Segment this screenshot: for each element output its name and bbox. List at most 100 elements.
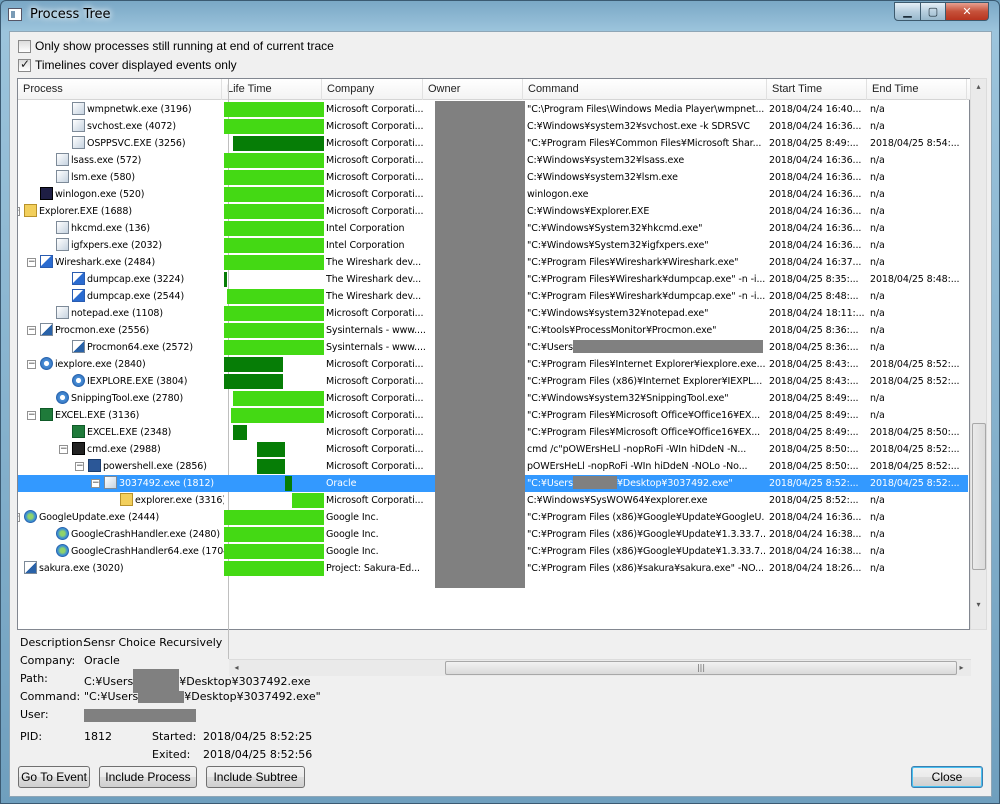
process-name-cell[interactable]: igfxpers.exe (2032) [56,237,224,254]
sakura-icon [24,561,37,574]
collapse-toggle[interactable]: − [59,445,68,454]
start-time-cell: 2018/04/24 16:36... [769,189,862,200]
process-name-cell[interactable]: lsass.exe (572) [56,152,224,169]
scroll-down-arrow[interactable]: ▾ [971,597,986,613]
process-tree-list[interactable]: Process Life Time Company Owner Command … [17,78,978,676]
process-name-cell[interactable]: hkcmd.exe (136) [56,220,224,237]
process-name-cell[interactable]: winlogon.exe (520) [40,186,224,203]
close-window-button[interactable]: ✕ [945,2,989,21]
close-button[interactable]: Close [911,766,983,788]
command-text: "C:¥Program Files¥Wireshark¥dumpcap.exe"… [527,274,765,285]
lifetime-bar [233,425,247,440]
start-time-cell: 2018/04/25 8:52:... [769,495,859,506]
process-name-cell[interactable]: GoogleCrashHandler64.exe (1704) [56,543,224,560]
checkbox-checked-icon[interactable] [18,57,31,72]
process-name-cell[interactable]: Explorer.EXE (1688) [24,203,224,220]
excel-icon [72,425,85,438]
include-process-button[interactable]: Include Process [99,766,197,788]
process-name-cell[interactable]: explorer.exe (3316) [120,492,224,509]
command-text: "C:¥Users [527,342,573,353]
scroll-up-arrow[interactable]: ▴ [971,79,986,95]
only-running-checkbox[interactable]: Only show processes still running at end… [18,38,334,54]
company-value: Oracle [84,654,120,667]
end-time-cell: 2018/04/25 8:48:... [870,274,960,285]
company-cell: Microsoft Corporati... [326,495,424,506]
process-name-cell[interactable]: GoogleUpdate.exe (2444) [24,509,224,526]
collapse-toggle[interactable]: − [27,326,36,335]
include-subtree-button[interactable]: Include Subtree [206,766,305,788]
collapse-toggle[interactable]: − [27,258,36,267]
process-name-cell[interactable]: Wireshark.exe (2484) [40,254,224,271]
start-time-cell: 2018/04/24 16:36... [769,121,862,132]
timelines-label: Timelines cover displayed events only [35,58,237,72]
start-time-cell: 2018/04/25 8:35:... [769,274,859,285]
process-name-cell[interactable]: sakura.exe (3020) [24,560,224,577]
go-to-event-button[interactable]: Go To Event [18,766,90,788]
checkbox-unchecked-icon[interactable] [18,39,31,53]
end-time-cell: n/a [870,495,885,506]
column-end-time[interactable]: End Time [867,79,967,100]
process-name-cell[interactable]: Procmon.exe (2556) [40,322,224,339]
company-cell: Microsoft Corporati... [326,189,424,200]
process-name-cell[interactable]: OSPPSVC.EXE (3256) [72,135,224,152]
column-company[interactable]: Company [322,79,423,100]
user-label: User: [20,708,49,721]
process-name-cell[interactable]: iexplore.exe (2840) [40,356,224,373]
vertical-scrollbar[interactable]: ▴ ▾ [970,78,987,630]
process-name-cell[interactable]: dumpcap.exe (3224) [72,271,224,288]
collapse-toggle[interactable]: − [27,360,36,369]
process-name-cell[interactable]: dumpcap.exe (2544) [72,288,224,305]
process-name: wmpnetwk.exe (3196) [87,104,192,115]
path-prefix: C:¥Users [84,674,134,688]
horizontal-scrollbar[interactable]: ◂ ||| ▸ [229,659,971,676]
start-time-cell: 2018/04/24 16:40... [769,104,862,115]
lifetime-bar [227,289,324,304]
company-cell: Microsoft Corporati... [326,444,424,455]
process-name-cell[interactable]: powershell.exe (2856) [88,458,224,475]
collapse-toggle[interactable]: − [75,462,84,471]
process-name-cell[interactable]: EXCEL.EXE (3136) [40,407,224,424]
column-lifetime[interactable]: Life Time [222,79,322,100]
process-name-cell[interactable]: wmpnetwk.exe (3196) [72,101,224,118]
window-icon [56,170,69,183]
command-cell: "C:¥Program Files (x86)¥Google¥Update¥Go… [527,509,765,526]
title-bar[interactable]: Process Tree ▁ ▢ ✕ [1,1,999,29]
company-cell: Microsoft Corporati... [326,427,424,438]
process-name-cell[interactable]: IEXPLORE.EXE (3804) [72,373,224,390]
only-running-label: Only show processes still running at end… [35,39,334,53]
company-cell: Microsoft Corporati... [326,138,424,149]
google-update-icon [56,544,69,557]
maximize-button[interactable]: ▢ [920,2,946,21]
start-time-cell: 2018/04/24 16:36... [769,206,862,217]
column-process[interactable]: Process [18,79,222,100]
process-name-cell[interactable]: svchost.exe (4072) [72,118,224,135]
company-cell: Google Inc. [326,546,379,557]
timelines-checkbox[interactable]: Timelines cover displayed events only [18,57,237,73]
column-command[interactable]: Command [523,79,767,100]
process-name-cell[interactable]: notepad.exe (1108) [56,305,224,322]
process-name-cell[interactable]: lsm.exe (580) [56,169,224,186]
process-name-cell[interactable]: EXCEL.EXE (2348) [72,424,224,441]
process-name-cell[interactable]: Procmon64.exe (2572) [72,339,224,356]
scroll-right-arrow[interactable]: ▸ [954,660,969,676]
column-start-time[interactable]: Start Time [767,79,867,100]
ie-icon [40,357,53,370]
process-name-cell[interactable]: SnippingTool.exe (2780) [56,390,224,407]
collapse-toggle[interactable]: − [18,207,20,216]
horizontal-scroll-thumb[interactable]: ||| [445,661,957,675]
collapse-toggle[interactable]: − [18,513,20,522]
folder-icon [24,204,37,217]
minimize-button[interactable]: ▁ [894,2,921,21]
company-cell: Sysinternals - www.... [326,325,426,336]
vertical-scroll-thumb[interactable] [972,423,986,570]
process-name-cell[interactable]: cmd.exe (2988) [72,441,224,458]
column-owner[interactable]: Owner [423,79,523,100]
user-value [84,708,196,722]
command-cell: cmd /c"pOWErsHeLl -nopRoFi -WIn hiDdeN -… [527,441,765,458]
process-name-cell[interactable]: 3037492.exe (1812) [104,475,224,492]
command-text: pOWErsHeLl -nopRoFi -WIn hiDdeN -NOLo -N… [527,461,748,472]
process-name-cell[interactable]: GoogleCrashHandler.exe (2480) [56,526,224,543]
collapse-toggle[interactable]: − [91,479,100,488]
command-text: "C:¥Windows¥System32¥hkcmd.exe" [527,223,703,234]
collapse-toggle[interactable]: − [27,411,36,420]
